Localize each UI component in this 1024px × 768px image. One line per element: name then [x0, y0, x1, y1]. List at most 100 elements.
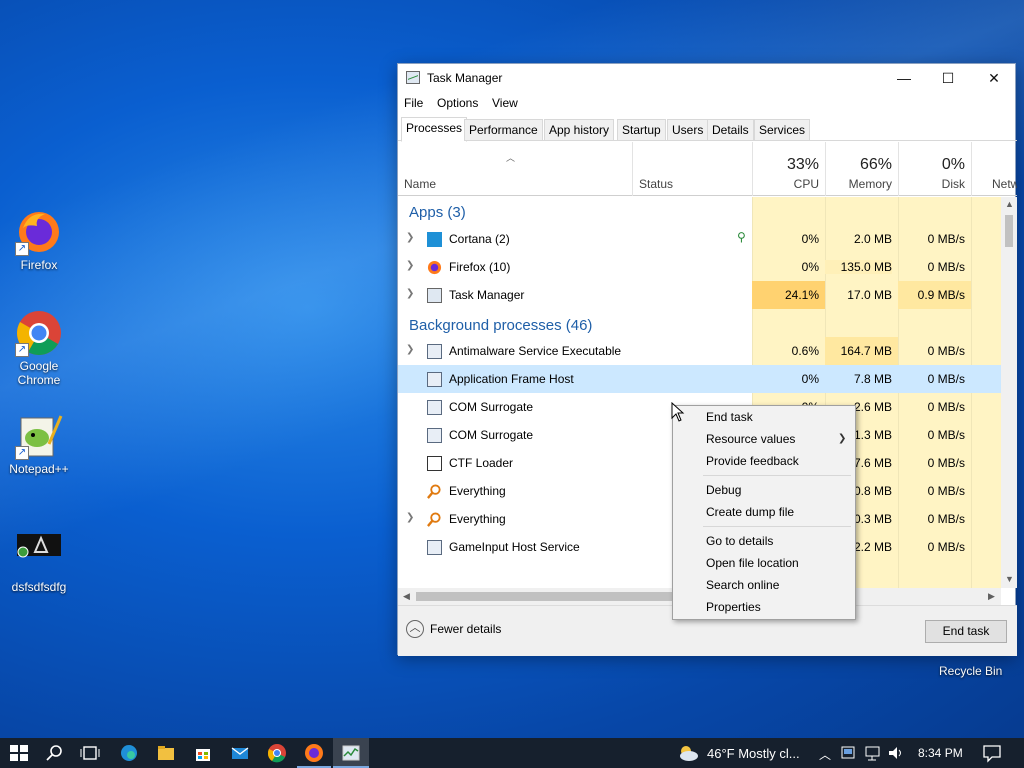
firefox-icon: ↗ [15, 208, 63, 256]
cpu-total-percent: 33% [786, 156, 819, 173]
collapse-chevron-icon: ︿ [406, 620, 424, 638]
everything-icon [427, 484, 442, 499]
network-icon[interactable] [864, 743, 882, 763]
table-row[interactable]: ❯ Task Manager 24.1% 17.0 MB 0.9 MB/s [398, 281, 1001, 309]
desktop-icon-dsfsdfsdfg[interactable]: dsfsdfsdfg [1, 530, 77, 594]
cpu-value: 0.6% [791, 344, 819, 358]
menu-item-open-file-location[interactable]: Open file location [706, 556, 799, 570]
scroll-up-arrow-icon[interactable]: ▲ [1005, 199, 1014, 209]
volume-icon[interactable] [887, 743, 905, 763]
menu-item-end-task[interactable]: End task [706, 410, 753, 424]
menu-item-debug[interactable]: Debug [706, 483, 741, 497]
tab-app-history[interactable]: App history [544, 119, 615, 141]
menu-item-go-to-details[interactable]: Go to details [706, 534, 773, 548]
firefox-icon[interactable] [304, 743, 324, 763]
horizontal-scroll-thumb[interactable] [416, 592, 674, 601]
scroll-left-arrow-icon[interactable]: ◀ [403, 591, 410, 602]
start-button-windows-icon[interactable] [9, 743, 29, 763]
file-explorer-icon[interactable] [156, 743, 176, 763]
tab-performance[interactable]: Performance [464, 119, 543, 141]
vertical-scroll-thumb[interactable] [1005, 215, 1013, 247]
tab-services[interactable]: Services [754, 119, 811, 141]
service-icon [427, 344, 442, 359]
column-header-memory[interactable]: 66% Memory [825, 142, 898, 196]
task-manager-icon[interactable] [341, 743, 361, 763]
menu-item-resource-values[interactable]: Resource values [706, 432, 795, 446]
vertical-scrollbar[interactable]: ▲ ▼ [1001, 197, 1017, 588]
chrome-icon: ↗ [15, 309, 63, 357]
table-row-selected[interactable]: Application Frame Host 0% 7.8 MB 0 MB/s [398, 365, 1001, 393]
recycle-bin-label[interactable]: Recycle Bin [939, 664, 1002, 678]
menu-item-create-dump-file[interactable]: Create dump file [706, 505, 794, 519]
desktop-icon-chrome[interactable]: ↗ Google Chrome [1, 309, 77, 387]
menu-view[interactable]: View [492, 96, 518, 110]
tab-users[interactable]: Users [667, 119, 709, 141]
expand-chevron-icon[interactable]: ❯ [406, 288, 414, 299]
submenu-arrow-icon: ❯ [838, 433, 847, 444]
file-icon [15, 530, 63, 578]
edge-icon[interactable] [119, 743, 139, 763]
column-headers: ︿ Name Status 33% CPU 66% Memory 0% Disk… [398, 142, 1017, 196]
table-row[interactable]: ❯ Firefox (10) 0% 135.0 MB 0 MB/s [398, 253, 1001, 281]
mail-icon[interactable] [230, 743, 250, 763]
shortcut-arrow-icon: ↗ [15, 242, 29, 256]
desktop-icon-notepadpp[interactable]: ↗ Notepad++ [1, 412, 77, 476]
desktop-icon-firefox[interactable]: ↗ Firefox [1, 208, 77, 272]
menu-options[interactable]: Options [437, 96, 478, 110]
process-name: Everything [449, 512, 506, 526]
minimize-button[interactable]: — [881, 64, 927, 92]
show-hidden-icons-chevron-icon[interactable]: ︿ [819, 746, 831, 763]
cpu-value: 0% [801, 232, 819, 246]
weather-cloud-icon[interactable] [676, 743, 700, 763]
notifications-icon[interactable] [982, 743, 1002, 763]
chrome-icon[interactable] [267, 743, 287, 763]
menu-item-search-online[interactable]: Search online [706, 578, 779, 592]
menu-item-properties[interactable]: Properties [706, 600, 761, 614]
column-header-disk[interactable]: 0% Disk [898, 142, 971, 196]
service-icon [427, 540, 442, 555]
end-task-button[interactable]: End task [925, 620, 1007, 643]
expand-chevron-icon[interactable]: ❯ [406, 232, 414, 243]
column-header-name[interactable]: Name [404, 177, 436, 191]
microsoft-store-icon[interactable] [193, 743, 213, 763]
table-row[interactable]: ❯ Antimalware Service Executable 0.6% 16… [398, 337, 1001, 365]
task-manager-icon [406, 71, 420, 84]
group-header-apps: Apps (3) [398, 199, 1001, 227]
network-label: Netw [992, 177, 1017, 191]
menu-file[interactable]: File [404, 96, 423, 110]
title-bar[interactable]: Task Manager — ☐ ✕ [398, 64, 1015, 92]
table-row[interactable]: ❯ Cortana (2) ⚲ 0% 2.0 MB 0 MB/s [398, 225, 1001, 253]
tab-startup[interactable]: Startup [617, 119, 666, 141]
expand-chevron-icon[interactable]: ❯ [406, 260, 414, 271]
tab-processes[interactable]: Processes [401, 117, 468, 142]
column-header-cpu[interactable]: 33% CPU [752, 142, 825, 196]
everything-icon [427, 512, 442, 527]
desktop-icon-label: Firefox [20, 258, 58, 272]
expand-chevron-icon[interactable]: ❯ [406, 512, 414, 523]
disk-value: 0 MB/s [927, 344, 965, 358]
sort-up-icon: ︿ [506, 153, 516, 163]
fewer-details-button[interactable]: ︿ Fewer details [406, 620, 501, 638]
group-label-background: Background processes (46) [409, 317, 593, 334]
disk-value: 0 MB/s [927, 512, 965, 526]
process-name: CTF Loader [449, 456, 514, 470]
column-header-network[interactable]: Netw [971, 142, 1017, 196]
column-header-status-cell[interactable]: Status [632, 142, 752, 196]
fewer-details-label: Fewer details [430, 622, 502, 636]
task-view-icon[interactable] [80, 743, 100, 763]
notepadpp-icon: ↗ [15, 412, 63, 460]
disk-value: 0.9 MB/s [917, 288, 965, 302]
clock[interactable]: 8:34 PM [918, 746, 963, 760]
process-name: Application Frame Host [449, 372, 574, 386]
tab-details[interactable]: Details [707, 119, 754, 141]
close-button[interactable]: ✕ [971, 64, 1017, 92]
scroll-down-arrow-icon[interactable]: ▼ [1005, 574, 1014, 584]
scroll-right-arrow-icon[interactable]: ▶ [988, 591, 995, 602]
expand-chevron-icon[interactable]: ❯ [406, 344, 414, 355]
menu-item-provide-feedback[interactable]: Provide feedback [706, 454, 799, 468]
process-name: Everything [449, 484, 506, 498]
device-icon[interactable] [840, 743, 856, 763]
search-icon[interactable] [45, 743, 65, 763]
maximize-button[interactable]: ☐ [925, 64, 971, 92]
weather-text[interactable]: 46°F Mostly cl... [707, 746, 800, 761]
